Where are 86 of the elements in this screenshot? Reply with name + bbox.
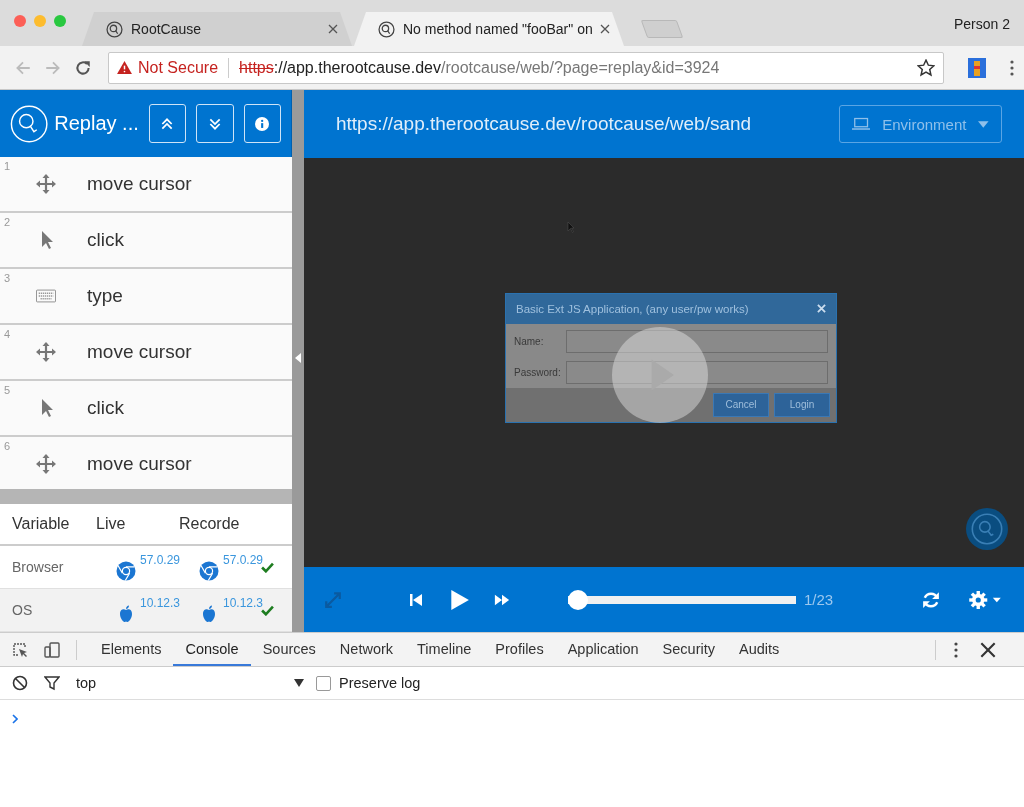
move-arrows-icon <box>36 342 56 363</box>
collapse-all-button[interactable] <box>148 104 187 143</box>
close-icon[interactable] <box>328 24 338 34</box>
step-label: move cursor <box>87 173 192 196</box>
bookmark-star-icon[interactable] <box>917 58 935 77</box>
devtools-tab[interactable]: Security <box>650 633 727 666</box>
devtools-tab[interactable]: Sources <box>250 633 328 666</box>
version-text: 57.0.29 <box>223 553 264 567</box>
double-chevron-up-icon <box>160 116 175 131</box>
version-text: 10.12.3 <box>140 596 181 610</box>
move-arrows-icon <box>36 454 56 475</box>
devtools-tab[interactable]: Timeline <box>405 633 484 666</box>
settings-icon[interactable] <box>968 590 1002 609</box>
refresh-icon[interactable] <box>922 590 940 609</box>
caret-icon <box>294 679 304 687</box>
step-counter: 1/23 <box>804 591 835 608</box>
step-number: 4 <box>4 328 11 341</box>
column-header: Live <box>96 515 127 533</box>
step-number: 3 <box>4 272 11 285</box>
step-label: click <box>87 229 124 252</box>
field-label: Password: <box>514 366 562 378</box>
logo-icon <box>966 508 1008 550</box>
progress-handle[interactable] <box>568 589 588 610</box>
logo-icon <box>106 20 123 38</box>
devtools-tab[interactable]: Network <box>327 633 406 666</box>
devtools-tab[interactable]: Audits <box>727 633 792 666</box>
sidebar-title: Replay ... <box>54 112 139 135</box>
browser-tab[interactable]: RootCause <box>82 12 352 46</box>
skip-back-icon[interactable] <box>408 591 424 608</box>
checkbox-label[interactable]: Preserve log <box>339 675 421 691</box>
step-number: 6 <box>4 440 11 453</box>
step-number: 1 <box>4 160 11 173</box>
profile-name[interactable]: Person 2 <box>953 16 1010 32</box>
close-icon <box>817 304 826 313</box>
step-number: 2 <box>4 216 11 229</box>
move-arrows-icon <box>36 174 56 195</box>
url-text: https://app.therootcause.dev/rootcause/web/?page=replay&id=3924 <box>239 58 721 77</box>
devtools-tab[interactable]: Profiles <box>483 633 556 666</box>
context-selector[interactable]: top <box>76 675 316 691</box>
menu-icon[interactable] <box>1010 59 1014 76</box>
caret-icon <box>978 120 989 128</box>
logo-icon <box>378 20 395 38</box>
device-icon[interactable] <box>44 641 60 658</box>
prompt-icon[interactable] <box>12 714 18 724</box>
double-chevron-down-icon <box>207 116 222 131</box>
clear-icon[interactable] <box>12 675 28 691</box>
extension-icon[interactable] <box>968 57 986 78</box>
field-label: Name: <box>514 335 545 347</box>
step-label: move cursor <box>87 453 192 476</box>
checkbox[interactable] <box>316 675 331 691</box>
devtools-tab[interactable]: Console <box>173 633 251 666</box>
column-header: Recorde <box>179 515 241 533</box>
security-label: Not Secure <box>138 58 219 77</box>
table-cell-text: OS <box>11 602 34 618</box>
dialog-title: Basic Ext JS Application, (any user/pw works) <box>516 302 749 315</box>
logo-icon <box>10 103 49 144</box>
play-icon[interactable] <box>448 587 470 612</box>
info-button[interactable] <box>243 104 281 143</box>
table-cell-text: Browser <box>11 559 65 575</box>
browser-tab[interactable]: No method named "fooBar" on <box>354 12 624 46</box>
step-label: type <box>87 285 123 308</box>
step-label: move cursor <box>87 341 192 364</box>
scrollbar[interactable] <box>0 489 292 504</box>
info-icon <box>255 116 270 131</box>
reload-icon[interactable] <box>74 58 92 77</box>
laptop-icon <box>852 117 871 131</box>
devtools-tab[interactable]: Application <box>555 633 651 666</box>
filter-icon[interactable] <box>44 675 60 691</box>
expand-all-button[interactable] <box>196 104 234 143</box>
chrome-icon <box>116 561 136 581</box>
page-url: https://app.therootcause.dev/rootcause/web/sand <box>336 113 753 135</box>
devtools-tab[interactable]: Elements <box>89 633 174 666</box>
step-label: click <box>87 397 124 420</box>
close-icon[interactable] <box>600 24 610 34</box>
splitter-handle[interactable] <box>292 90 304 632</box>
version-text: 10.12.3 <box>223 596 264 610</box>
warning-icon <box>117 61 132 74</box>
column-header: Variable <box>11 515 71 533</box>
inspect-icon[interactable] <box>12 641 28 658</box>
step-number: 5 <box>4 384 11 397</box>
collapse-arrow-icon[interactable] <box>295 353 301 363</box>
address-bar[interactable]: Not Secure https://app.therootcause.dev/rootcause/web/?page=replay&id=3924 <box>108 51 944 84</box>
version-text: 57.0.29 <box>140 553 181 567</box>
pointer-icon <box>567 221 575 233</box>
close-icon[interactable] <box>980 641 996 658</box>
chrome-icon <box>199 561 219 581</box>
